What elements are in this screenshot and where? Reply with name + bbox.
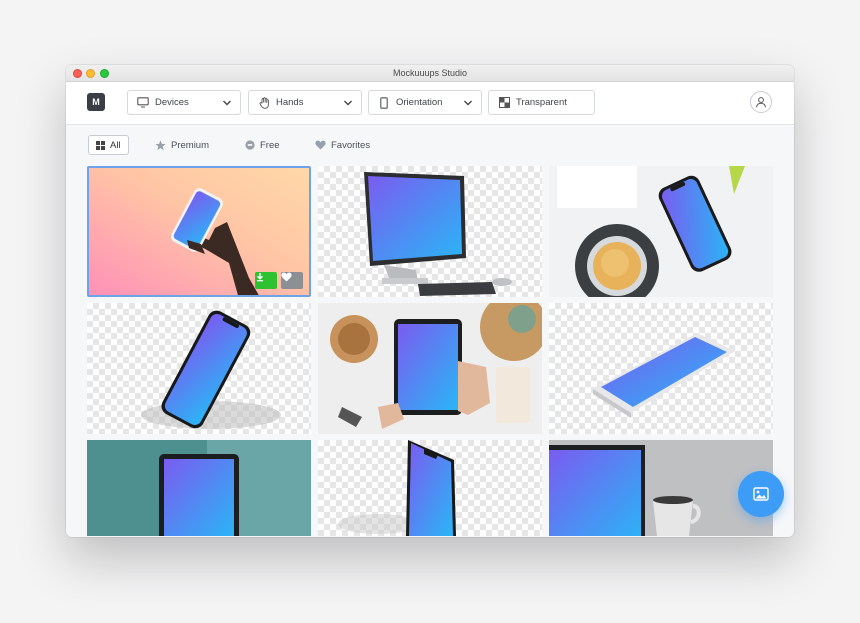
- mockup-tile[interactable]: [318, 303, 542, 434]
- monitor-icon: [137, 97, 149, 109]
- filter-all[interactable]: All: [88, 135, 129, 155]
- devices-label: Devices: [155, 97, 189, 108]
- orientation-dropdown[interactable]: Orientation: [368, 90, 482, 115]
- grid-icon: [96, 140, 105, 150]
- download-button[interactable]: [255, 272, 277, 289]
- chevron-down-icon: [464, 100, 472, 106]
- toolbar: M Devices Hands Orientation Transparent: [66, 82, 794, 125]
- mockup-preview: [593, 333, 735, 418]
- image-icon: [753, 487, 769, 501]
- transparency-icon: [498, 97, 510, 109]
- heart-icon: [315, 140, 326, 150]
- favorite-button[interactable]: [281, 272, 303, 289]
- mockup-tile[interactable]: [87, 166, 311, 297]
- filter-free-label: Free: [260, 139, 280, 151]
- hands-label: Hands: [276, 97, 304, 108]
- chevron-down-icon: [223, 100, 231, 106]
- title-bar: Mockuuups Studio: [66, 65, 794, 82]
- mockup-tile[interactable]: [87, 303, 311, 434]
- transparent-toggle[interactable]: Transparent: [488, 90, 595, 115]
- hands-dropdown[interactable]: Hands: [248, 90, 362, 115]
- free-badge-icon: [245, 140, 255, 150]
- filter-bar: All Premium Free Favorites: [66, 125, 794, 165]
- orientation-label: Orientation: [396, 97, 443, 108]
- star-icon: [155, 140, 166, 151]
- devices-dropdown[interactable]: Devices: [127, 90, 241, 115]
- mockup-tile[interactable]: [318, 166, 542, 297]
- mockup-preview: [89, 168, 309, 295]
- filter-free[interactable]: Free: [245, 135, 280, 155]
- app-window: Mockuuups Studio M Devices Hands Orienta…: [66, 65, 794, 537]
- upload-image-button[interactable]: [738, 471, 784, 517]
- user-icon: [756, 97, 766, 108]
- mockup-preview: [364, 172, 512, 296]
- download-icon: [257, 273, 263, 282]
- mockup-preview: [338, 440, 456, 536]
- filter-favorites-label: Favorites: [331, 139, 371, 151]
- mockup-tile[interactable]: [549, 166, 773, 297]
- hand-icon: [258, 96, 270, 109]
- filter-premium-label: Premium: [171, 139, 210, 151]
- mockup-preview: [557, 166, 745, 297]
- filter-premium[interactable]: Premium: [155, 135, 209, 155]
- heart-icon: [281, 272, 292, 282]
- mockup-preview: [141, 310, 281, 429]
- account-button[interactable]: [750, 91, 772, 113]
- mockup-preview: [159, 440, 311, 536]
- filter-favorites[interactable]: Favorites: [315, 135, 370, 155]
- filter-all-label: All: [110, 139, 121, 151]
- mockup-preview: [330, 303, 542, 429]
- window-title: Mockuuups Studio: [392, 68, 468, 78]
- phone-portrait-icon: [378, 96, 390, 109]
- chevron-down-icon: [344, 100, 352, 106]
- mockup-tile[interactable]: [549, 303, 773, 434]
- app-logo[interactable]: M: [87, 93, 105, 111]
- transparent-label: Transparent: [516, 97, 567, 108]
- mockup-tile[interactable]: [318, 440, 542, 536]
- mockup-tile[interactable]: [87, 440, 311, 536]
